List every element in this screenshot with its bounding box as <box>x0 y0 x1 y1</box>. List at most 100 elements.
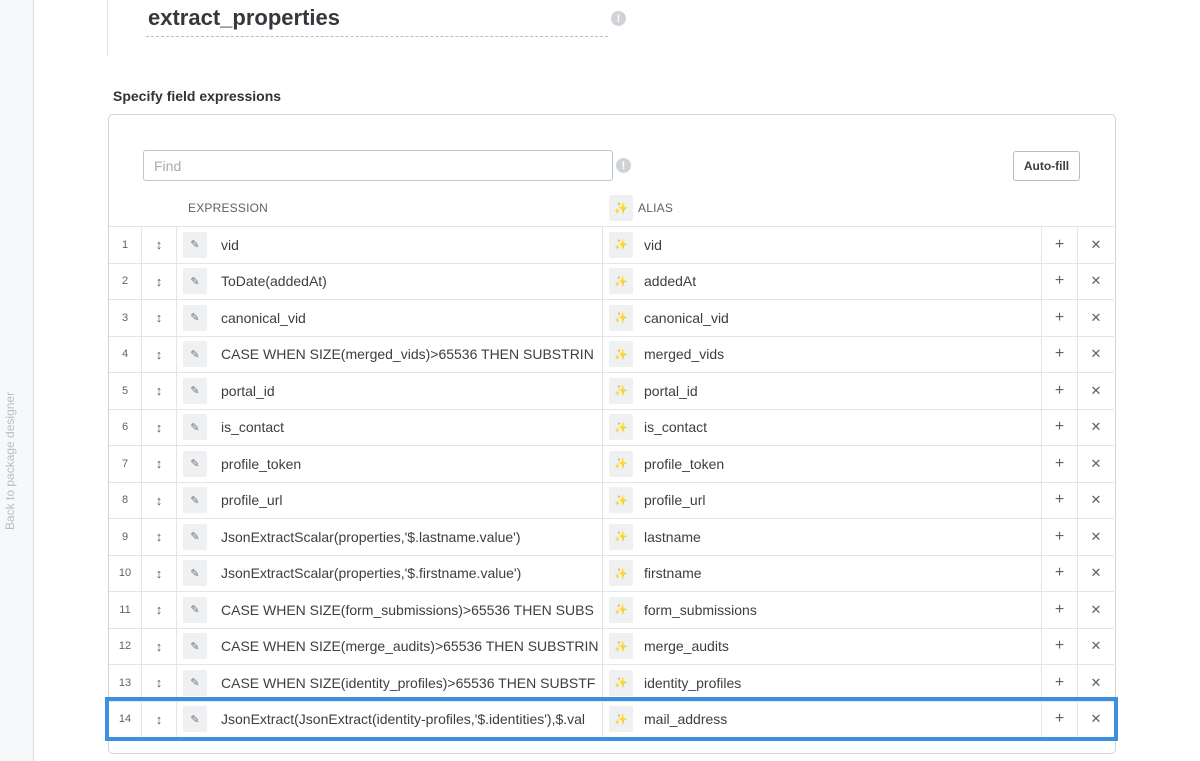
edit-icon[interactable]: ✎ <box>183 341 207 368</box>
magic-wand-icon[interactable]: ✨ <box>609 231 633 258</box>
edit-icon[interactable]: ✎ <box>183 231 207 258</box>
find-info-icon[interactable]: ! <box>616 158 631 173</box>
plus-icon[interactable]: + <box>1042 482 1078 518</box>
close-icon[interactable]: ✕ <box>1078 264 1114 300</box>
edit-icon[interactable]: ✎ <box>183 450 207 477</box>
magic-wand-icon[interactable]: ✨ <box>609 450 633 477</box>
alias-cell[interactable]: ✨ addedAt <box>603 263 1042 299</box>
plus-icon[interactable]: + <box>1042 446 1078 482</box>
expression-cell[interactable]: ✎ portal_id <box>177 373 603 409</box>
drag-handle-icon[interactable]: ↕ <box>142 665 177 701</box>
expression-cell[interactable]: ✎ canonical_vid <box>177 300 603 336</box>
magic-wand-icon[interactable]: ✨ <box>609 633 633 660</box>
alias-cell[interactable]: ✨ profile_token <box>603 446 1042 482</box>
magic-wand-icon[interactable]: ✨ <box>609 414 633 441</box>
expression-cell[interactable]: ✎ JsonExtractScalar(properties,'$.firstna… <box>177 555 603 591</box>
table-row[interactable]: 5 ↕ ✎ portal_id ✨ portal_id + ✕ <box>109 372 1114 409</box>
edit-icon[interactable]: ✎ <box>183 304 207 331</box>
table-row[interactable]: 4 ↕ ✎ CASE WHEN SIZE(merged_vids)>65536 THE… <box>109 335 1114 373</box>
magic-wand-icon[interactable]: ✨ <box>609 560 633 587</box>
magic-wand-icon[interactable]: ✨ <box>609 487 633 514</box>
drag-handle-icon[interactable]: ↕ <box>142 336 177 372</box>
drag-handle-icon[interactable]: ↕ <box>142 519 177 555</box>
table-row[interactable]: 8 ↕ ✎ profile_url ✨ profile_url + ✕ <box>109 481 1114 518</box>
plus-icon[interactable]: + <box>1042 628 1078 664</box>
magic-wand-icon[interactable]: ✨ <box>609 341 633 368</box>
magic-wand-icon[interactable]: ✨ <box>609 195 633 221</box>
table-row[interactable]: 13 ↕ ✎ CASE WHEN SIZE(identity_profiles)>65… <box>109 664 1114 701</box>
plus-icon[interactable]: + <box>1042 227 1078 263</box>
table-row[interactable]: 11 ↕ ✎ CASE WHEN SIZE(form_submissions)>655… <box>109 591 1114 628</box>
alias-cell[interactable]: ✨ merged_vids <box>603 336 1042 372</box>
info-icon[interactable]: ! <box>611 11 626 26</box>
alias-cell[interactable]: ✨ is_contact <box>603 409 1042 445</box>
table-row[interactable]: 12 ↕ ✎ CASE WHEN SIZE(merge_audits)>65536 T… <box>109 627 1114 665</box>
magic-wand-icon[interactable]: ✨ <box>609 304 633 331</box>
close-icon[interactable]: ✕ <box>1078 446 1114 482</box>
edit-icon[interactable]: ✎ <box>183 633 207 660</box>
plus-icon[interactable]: + <box>1042 701 1078 737</box>
drag-handle-icon[interactable]: ↕ <box>142 592 177 628</box>
magic-wand-icon[interactable]: ✨ <box>609 523 633 550</box>
alias-cell[interactable]: ✨ identity_profiles <box>603 665 1042 701</box>
sidebar[interactable]: Back to package designer <box>0 0 34 761</box>
edit-icon[interactable]: ✎ <box>183 414 207 441</box>
expression-cell[interactable]: ✎ CASE WHEN SIZE(merged_vids)>65536 THEN … <box>177 336 603 372</box>
magic-wand-icon[interactable]: ✨ <box>609 268 633 295</box>
table-row[interactable]: 6 ↕ ✎ is_contact ✨ is_contact + ✕ <box>109 408 1114 445</box>
drag-handle-icon[interactable]: ↕ <box>142 263 177 299</box>
close-icon[interactable]: ✕ <box>1078 592 1114 628</box>
table-row[interactable]: 9 ↕ ✎ JsonExtractScalar(properties,'$.lastn… <box>109 518 1114 555</box>
edit-icon[interactable]: ✎ <box>183 706 207 733</box>
table-row[interactable]: 1 ↕ ✎ vid ✨ vid + ✕ <box>109 226 1114 263</box>
find-input[interactable] <box>143 150 613 181</box>
edit-icon[interactable]: ✎ <box>183 523 207 550</box>
drag-handle-icon[interactable]: ↕ <box>142 701 177 737</box>
plus-icon[interactable]: + <box>1042 336 1078 372</box>
edit-icon[interactable]: ✎ <box>183 596 207 623</box>
edit-icon[interactable]: ✎ <box>183 669 207 696</box>
drag-handle-icon[interactable]: ↕ <box>142 482 177 518</box>
close-icon[interactable]: ✕ <box>1078 556 1114 592</box>
plus-icon[interactable]: + <box>1042 519 1078 555</box>
autofill-button[interactable]: Auto-fill <box>1013 151 1080 181</box>
magic-wand-icon[interactable]: ✨ <box>609 706 633 733</box>
edit-icon[interactable]: ✎ <box>183 377 207 404</box>
drag-handle-icon[interactable]: ↕ <box>142 446 177 482</box>
drag-handle-icon[interactable]: ↕ <box>142 628 177 664</box>
expression-cell[interactable]: ✎ CASE WHEN SIZE(merge_audits)>65536 THEN… <box>177 628 603 664</box>
plus-icon[interactable]: + <box>1042 665 1078 701</box>
close-icon[interactable]: ✕ <box>1078 665 1114 701</box>
alias-cell[interactable]: ✨ merge_audits <box>603 628 1042 664</box>
expression-cell[interactable]: ✎ profile_token <box>177 446 603 482</box>
alias-cell[interactable]: ✨ vid <box>603 227 1042 263</box>
alias-cell[interactable]: ✨ portal_id <box>603 373 1042 409</box>
close-icon[interactable]: ✕ <box>1078 702 1114 738</box>
back-to-package-designer-link[interactable]: Back to package designer <box>3 392 17 530</box>
close-icon[interactable]: ✕ <box>1078 337 1114 373</box>
drag-handle-icon[interactable]: ↕ <box>142 227 177 263</box>
edit-icon[interactable]: ✎ <box>183 268 207 295</box>
plus-icon[interactable]: + <box>1042 300 1078 336</box>
drag-handle-icon[interactable]: ↕ <box>142 373 177 409</box>
magic-wand-icon[interactable]: ✨ <box>609 596 633 623</box>
expression-cell[interactable]: ✎ CASE WHEN SIZE(identity_profiles)>65536… <box>177 665 603 701</box>
alias-cell[interactable]: ✨ firstname <box>603 555 1042 591</box>
close-icon[interactable]: ✕ <box>1078 300 1114 336</box>
expression-cell[interactable]: ✎ is_contact <box>177 409 603 445</box>
alias-cell[interactable]: ✨ lastname <box>603 519 1042 555</box>
table-row[interactable]: 2 ↕ ✎ ToDate(addedAt) ✨ addedAt + ✕ <box>109 262 1114 300</box>
alias-cell[interactable]: ✨ mail_address <box>603 701 1042 737</box>
expression-cell[interactable]: ✎ profile_url <box>177 482 603 518</box>
drag-handle-icon[interactable]: ↕ <box>142 409 177 445</box>
table-row[interactable]: 14 ↕ ✎ JsonExtract(JsonExtract(identity-pro… <box>105 696 1118 741</box>
close-icon[interactable]: ✕ <box>1078 629 1114 665</box>
magic-wand-icon[interactable]: ✨ <box>609 669 633 696</box>
expression-cell[interactable]: ✎ JsonExtract(JsonExtract(identity-profil… <box>177 701 603 737</box>
table-row[interactable]: 7 ↕ ✎ profile_token ✨ profile_token + ✕ <box>109 445 1114 482</box>
expression-cell[interactable]: ✎ ToDate(addedAt) <box>177 263 603 299</box>
plus-icon[interactable]: + <box>1042 592 1078 628</box>
alias-cell[interactable]: ✨ profile_url <box>603 482 1042 518</box>
table-row[interactable]: 3 ↕ ✎ canonical_vid ✨ canonical_vid + ✕ <box>109 299 1114 336</box>
close-icon[interactable]: ✕ <box>1078 227 1114 263</box>
